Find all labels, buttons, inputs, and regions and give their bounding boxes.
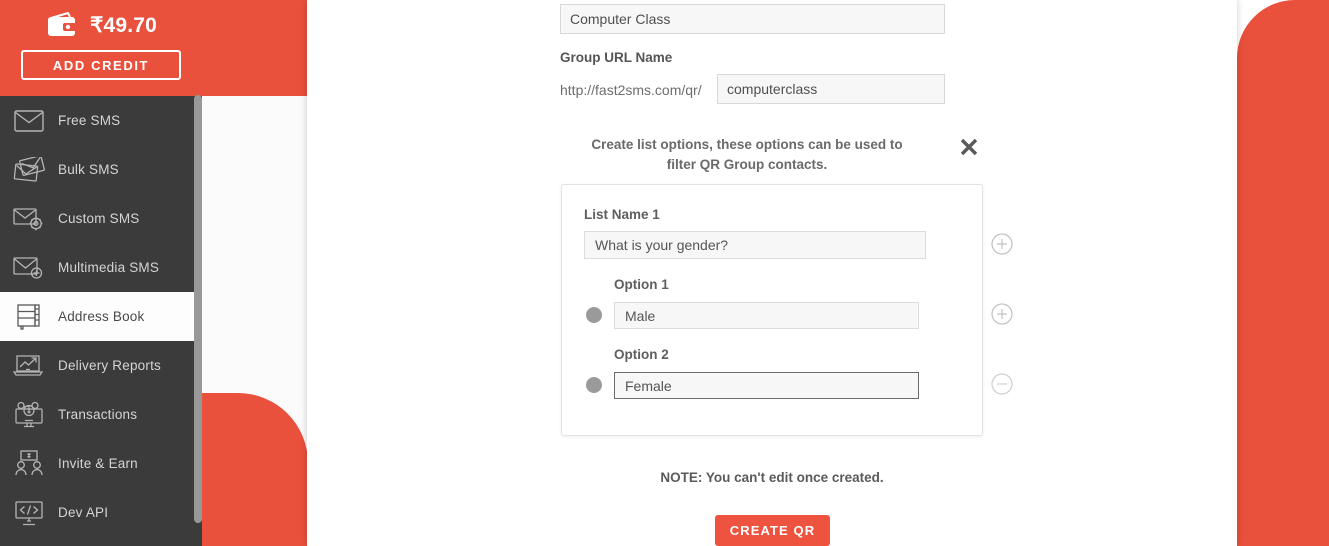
option-2-radio[interactable]: [586, 377, 602, 393]
sidebar-item-label: Address Book: [58, 309, 145, 324]
add-list-plus-circle-icon[interactable]: [991, 233, 1013, 255]
close-icon[interactable]: [957, 135, 981, 159]
sidebar-item-label: Bulk SMS: [58, 162, 119, 177]
address-book-icon: [8, 303, 50, 331]
sidebar-item-custom-sms[interactable]: Custom SMS: [0, 194, 202, 243]
add-credit-button[interactable]: ADD CREDIT: [21, 50, 181, 80]
envelope-gear-icon: [8, 207, 50, 231]
group-url-prefix: http://fast2sms.com/qr/: [560, 82, 702, 98]
sidebar-nav: Free SMS Bulk SMS Custom SMS Multimedia …: [0, 96, 202, 537]
sidebar-item-label: Custom SMS: [58, 211, 140, 226]
decorative-red-block-right: [1237, 0, 1329, 546]
option-1-label: Option 1: [614, 277, 669, 292]
option-1-radio[interactable]: [586, 307, 602, 323]
option-2-label: Option 2: [614, 347, 669, 362]
monitor-coin-icon: [8, 401, 50, 429]
laptop-chart-icon: [8, 353, 50, 379]
sidebar-item-label: Dev API: [58, 505, 109, 520]
create-qr-button[interactable]: CREATE QR: [715, 515, 830, 546]
option-2-input[interactable]: [614, 372, 919, 399]
users-dollar-icon: [8, 449, 50, 478]
sidebar-item-free-sms[interactable]: Free SMS: [0, 96, 202, 145]
sidebar-item-label: Free SMS: [58, 113, 121, 128]
sidebar-item-label: Multimedia SMS: [58, 260, 160, 275]
envelope-plus-icon: [8, 256, 50, 280]
list-name-input[interactable]: [584, 231, 926, 259]
remove-option-minus-circle-icon[interactable]: [991, 373, 1013, 395]
code-monitor-icon: [8, 500, 50, 526]
sidebar-item-label: Transactions: [58, 407, 138, 422]
wallet-icon: [45, 11, 79, 39]
sidebar-item-address-book[interactable]: Address Book: [0, 292, 202, 341]
option-1-input[interactable]: [614, 302, 919, 329]
sidebar-item-transactions[interactable]: Transactions: [0, 390, 202, 439]
add-option-plus-circle-icon[interactable]: [991, 303, 1013, 325]
note-text: NOTE: You can't edit once created.: [660, 470, 884, 485]
group-url-label: Group URL Name: [560, 50, 673, 65]
list-options-card: List Name 1 Option 1 Option 2: [561, 184, 983, 436]
app-window: ₹49.70 ADD CREDIT Free SMS Bulk SMS Cust…: [0, 0, 1329, 546]
envelope-icon: [8, 109, 50, 132]
sidebar-item-invite-earn[interactable]: Invite & Earn: [0, 439, 202, 488]
sidebar-item-multimedia-sms[interactable]: Multimedia SMS: [0, 243, 202, 292]
decorative-red-top-left: [202, 0, 308, 96]
main-content-panel: /* placeholder handled below */ Group UR…: [307, 0, 1237, 546]
stacked-envelopes-icon: [8, 156, 50, 183]
group-url-input[interactable]: [717, 74, 945, 104]
list-name-label: List Name 1: [584, 207, 660, 222]
sidebar-item-label: Delivery Reports: [58, 358, 161, 373]
wallet-balance: ₹49.70: [89, 13, 158, 37]
group-name-input[interactable]: [560, 4, 945, 34]
sidebar: ₹49.70 ADD CREDIT Free SMS Bulk SMS Cust…: [0, 0, 202, 546]
sidebar-item-bulk-sms[interactable]: Bulk SMS: [0, 145, 202, 194]
qr-group-form: /* placeholder handled below */ Group UR…: [307, 0, 1237, 546]
sidebar-item-delivery-reports[interactable]: Delivery Reports: [0, 341, 202, 390]
wallet-balance-row: ₹49.70: [0, 4, 202, 46]
list-options-hint: Create list options, these options can b…: [591, 137, 903, 172]
sidebar-scrollbar-thumb[interactable]: [194, 95, 202, 523]
sidebar-item-label: Invite & Earn: [58, 456, 138, 471]
sidebar-item-dev-api[interactable]: Dev API: [0, 488, 202, 537]
wallet-header: ₹49.70 ADD CREDIT: [0, 0, 202, 96]
